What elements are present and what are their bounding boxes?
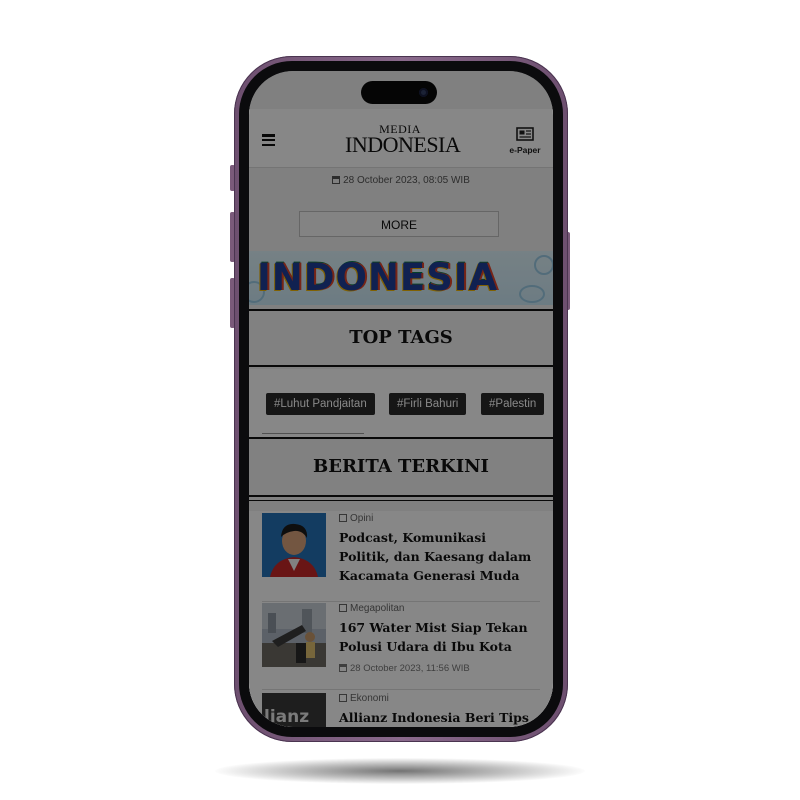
news-date: 28 October 2023, 11:56 WIB xyxy=(339,663,470,674)
page-date: 28 October 2023, 08:05 WIB xyxy=(249,175,553,186)
phone-screen: MEDIA INDONESIA e-Paper 28 October 2023,… xyxy=(249,71,553,727)
news-title[interactable]: 167 Water Mist Siap Tekan Polusi Udara d… xyxy=(339,618,539,656)
news-thumbnail[interactable]: lianz xyxy=(262,693,326,727)
news-title[interactable]: Podcast, Komunikasi Politik, dan Kaesang… xyxy=(339,528,539,585)
site-logo[interactable]: MEDIA INDONESIA xyxy=(345,123,461,157)
more-button[interactable]: MORE xyxy=(299,211,499,237)
news-date-text: 28 October 2023, 11:56 WIB xyxy=(350,663,470,674)
news-category-text: Ekonomi xyxy=(350,693,389,704)
top-tags-list: #Luhut Pandjaitan #Firli Bahuri #Palesti… xyxy=(249,369,553,439)
category-icon xyxy=(339,694,347,702)
berita-terkini-heading: BERITA TERKINI xyxy=(249,437,553,501)
news-thumbnail[interactable] xyxy=(262,603,326,667)
tag-luhut-pandjaitan[interactable]: #Luhut Pandjaitan xyxy=(266,393,375,415)
category-icon xyxy=(339,604,347,612)
page-date-text: 28 October 2023, 08:05 WIB xyxy=(343,175,470,186)
tags-scroll-indicator[interactable] xyxy=(262,433,364,434)
list-item[interactable]: Opini Podcast, Komunikasi Politik, dan K… xyxy=(262,513,540,593)
dynamic-island xyxy=(361,81,437,104)
tag-firli-bahuri[interactable]: #Firli Bahuri xyxy=(389,393,467,415)
tag-palestina[interactable]: #Palestin xyxy=(481,393,545,415)
list-item[interactable]: Megapolitan 167 Water Mist Siap Tekan Po… xyxy=(262,603,540,681)
news-divider xyxy=(262,601,540,602)
thumbnail-text: lianz xyxy=(264,707,310,727)
news-category-text: Opini xyxy=(350,513,374,524)
news-thumbnail[interactable] xyxy=(262,513,326,577)
top-tags-heading: TOP TAGS xyxy=(249,309,553,371)
water-mist-photo xyxy=(262,603,326,667)
list-item[interactable]: lianz Ekonomi Allianz Indonesia Beri Tip… xyxy=(262,693,540,727)
news-category[interactable]: Opini xyxy=(339,513,373,524)
indonesia-banner[interactable]: INDONESIA xyxy=(249,251,553,305)
news-category[interactable]: Ekonomi xyxy=(339,693,389,704)
phone-shadow xyxy=(215,758,585,784)
newspaper-icon xyxy=(516,127,534,141)
hamburger-menu-icon[interactable] xyxy=(262,134,275,147)
banner-artwork-text: INDONESIA xyxy=(257,256,499,299)
epaper-label: e-Paper xyxy=(509,145,541,155)
news-category[interactable]: Megapolitan xyxy=(339,603,404,614)
calendar-icon xyxy=(339,664,347,672)
category-icon xyxy=(339,514,347,522)
news-title[interactable]: Allianz Indonesia Beri Tips xyxy=(339,708,539,727)
news-list: Opini Podcast, Komunikasi Politik, dan K… xyxy=(249,511,553,727)
site-header: MEDIA INDONESIA e-Paper xyxy=(249,109,553,168)
epaper-button[interactable]: e-Paper xyxy=(507,127,543,155)
news-divider xyxy=(262,689,540,690)
logo-bottom-text: INDONESIA xyxy=(345,132,461,157)
news-category-text: Megapolitan xyxy=(350,603,405,614)
phone-frame: MEDIA INDONESIA e-Paper 28 October 2023,… xyxy=(234,56,568,742)
camera-icon xyxy=(419,88,428,97)
person-photo xyxy=(262,513,326,577)
calendar-icon xyxy=(332,176,341,184)
